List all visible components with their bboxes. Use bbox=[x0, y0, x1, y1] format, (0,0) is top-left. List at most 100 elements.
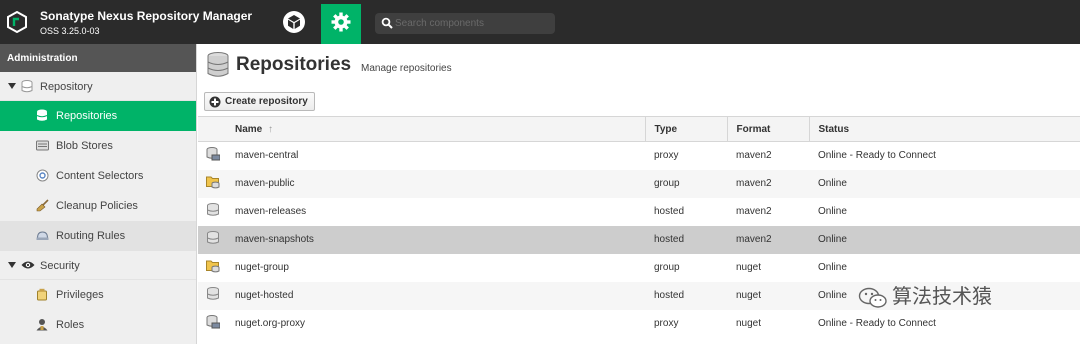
sidebar-item-privileges[interactable]: Privileges bbox=[0, 280, 196, 310]
sidebar-group-label: Security bbox=[40, 260, 80, 272]
watermark: 算法技术猿 bbox=[858, 280, 992, 310]
repo-status: Online bbox=[809, 225, 1080, 254]
repo-type-cell bbox=[198, 253, 226, 282]
wechat-icon bbox=[858, 287, 887, 308]
repo-type: hosted bbox=[645, 225, 727, 254]
repo-type-cell bbox=[198, 197, 226, 226]
column-header-type[interactable]: Type bbox=[644, 116, 727, 142]
watermark-text: 算法技术猿 bbox=[892, 284, 992, 308]
nexus-logo-icon[interactable] bbox=[6, 11, 28, 33]
search-input[interactable] bbox=[395, 15, 545, 32]
page-subtitle: Manage repositories bbox=[361, 63, 452, 74]
sidebar-item-routing-rules[interactable]: Routing Rules bbox=[0, 221, 196, 251]
sidebar-item-label: Repositories bbox=[56, 110, 118, 122]
group-repo-icon bbox=[206, 176, 220, 189]
hosted-repo-icon bbox=[207, 231, 219, 244]
icon-column-header bbox=[198, 116, 226, 142]
sidebar-item-repositories[interactable]: Repositories bbox=[0, 101, 196, 131]
hosted-repo-icon bbox=[207, 203, 219, 216]
repo-format: nuget bbox=[727, 253, 809, 282]
repo-type: hosted bbox=[645, 197, 727, 226]
sidebar-item-label: Content Selectors bbox=[56, 170, 144, 182]
table-row[interactable]: maven-central proxy maven2 Online - Read… bbox=[198, 141, 1080, 170]
repo-name: maven-public bbox=[226, 169, 645, 198]
plus-circle-icon bbox=[209, 96, 221, 108]
column-header-name[interactable]: Name ↑ bbox=[226, 116, 645, 142]
repo-status: Online bbox=[809, 197, 1080, 226]
sidebar-item-label: Cleanup Policies bbox=[56, 200, 138, 212]
repo-type: proxy bbox=[645, 141, 727, 170]
repo-format: nuget bbox=[727, 281, 809, 310]
search-box[interactable] bbox=[375, 13, 555, 34]
badge-icon bbox=[37, 288, 47, 301]
repo-format: maven2 bbox=[727, 169, 809, 198]
repo-format: maven2 bbox=[727, 197, 809, 226]
repo-type-cell bbox=[198, 141, 226, 170]
repo-type: group bbox=[645, 253, 727, 282]
repo-status: Online - Ready to Connect bbox=[809, 309, 1080, 338]
column-header-status[interactable]: Status bbox=[808, 116, 1080, 142]
hard-drive-icon bbox=[36, 140, 49, 151]
create-repository-label: Create repository bbox=[225, 96, 308, 107]
search-icon bbox=[381, 17, 393, 29]
sidebar-item-roles[interactable]: Roles bbox=[0, 310, 196, 340]
proxy-repo-icon bbox=[206, 147, 221, 161]
repo-type: hosted bbox=[645, 281, 727, 310]
page-title: Repositories bbox=[236, 54, 352, 75]
repo-format: maven2 bbox=[727, 225, 809, 254]
repo-format: nuget bbox=[727, 309, 809, 338]
create-repository-button[interactable]: Create repository bbox=[204, 92, 315, 111]
sidebar-item-blob-stores[interactable]: Blob Stores bbox=[0, 131, 196, 161]
repo-name: nuget-hosted bbox=[226, 281, 645, 310]
repo-name: maven-snapshots bbox=[226, 225, 645, 254]
sidebar: Administration Repository Repositories B… bbox=[0, 44, 197, 344]
sidebar-group-label: Repository bbox=[40, 81, 93, 93]
repo-type-cell bbox=[198, 169, 226, 198]
sidebar-item-cleanup-policies[interactable]: Cleanup Policies bbox=[0, 191, 196, 221]
sidebar-header: Administration bbox=[0, 44, 196, 72]
broom-icon bbox=[36, 199, 49, 212]
repo-format: maven2 bbox=[727, 141, 809, 170]
sidebar-item-content-selectors[interactable]: Content Selectors bbox=[0, 161, 196, 191]
sidebar-item-label: Routing Rules bbox=[56, 230, 126, 242]
repo-name: nuget.org-proxy bbox=[226, 309, 645, 338]
app-title: Sonatype Nexus Repository Manager bbox=[40, 9, 253, 23]
repo-type-cell bbox=[198, 225, 226, 254]
table-row[interactable]: maven-snapshots hosted maven2 Online bbox=[198, 225, 1080, 254]
table-row[interactable]: maven-releases hosted maven2 Online bbox=[198, 197, 1080, 226]
caret-down-icon[interactable] bbox=[8, 83, 16, 89]
database-icon bbox=[21, 80, 33, 93]
selector-icon bbox=[36, 169, 49, 182]
column-header-format[interactable]: Format bbox=[726, 116, 809, 142]
table-row[interactable]: nuget.org-proxy proxy nuget Online - Rea… bbox=[198, 309, 1080, 338]
hosted-repo-icon bbox=[207, 287, 219, 300]
sidebar-group-security[interactable]: Security bbox=[0, 251, 196, 280]
top-bar: Sonatype Nexus Repository Manager OSS 3.… bbox=[0, 0, 1080, 44]
repo-type-cell bbox=[198, 281, 226, 310]
repo-name: maven-releases bbox=[226, 197, 645, 226]
app-version: OSS 3.25.0-03 bbox=[40, 26, 100, 36]
sidebar-group-repository[interactable]: Repository bbox=[0, 72, 196, 101]
table-row[interactable]: maven-public group maven2 Online bbox=[198, 169, 1080, 198]
sidebar-item-label: Roles bbox=[56, 319, 85, 331]
table-header-row: Name ↑ Type Format Status bbox=[198, 116, 1080, 142]
admin-button[interactable] bbox=[321, 4, 361, 44]
repo-status: Online - Ready to Connect bbox=[809, 141, 1080, 170]
sidebar-item-label: Privileges bbox=[56, 289, 104, 301]
sort-ascending-icon: ↑ bbox=[268, 123, 274, 135]
repo-status: Online bbox=[809, 253, 1080, 282]
page-header: Repositories Manage repositories bbox=[198, 44, 1080, 90]
route-icon bbox=[36, 231, 49, 240]
sidebar-item-label: Blob Stores bbox=[56, 140, 113, 152]
user-roles-icon bbox=[36, 319, 48, 331]
repo-type: proxy bbox=[645, 309, 727, 338]
group-repo-icon bbox=[206, 260, 220, 273]
cube-icon[interactable] bbox=[282, 10, 306, 34]
repo-status: Online bbox=[809, 169, 1080, 198]
caret-down-icon[interactable] bbox=[8, 262, 16, 268]
database-icon bbox=[207, 52, 229, 77]
repo-name: maven-central bbox=[226, 141, 645, 170]
proxy-repo-icon bbox=[206, 315, 221, 329]
repo-name: nuget-group bbox=[226, 253, 645, 282]
table-row[interactable]: nuget-group group nuget Online bbox=[198, 253, 1080, 282]
